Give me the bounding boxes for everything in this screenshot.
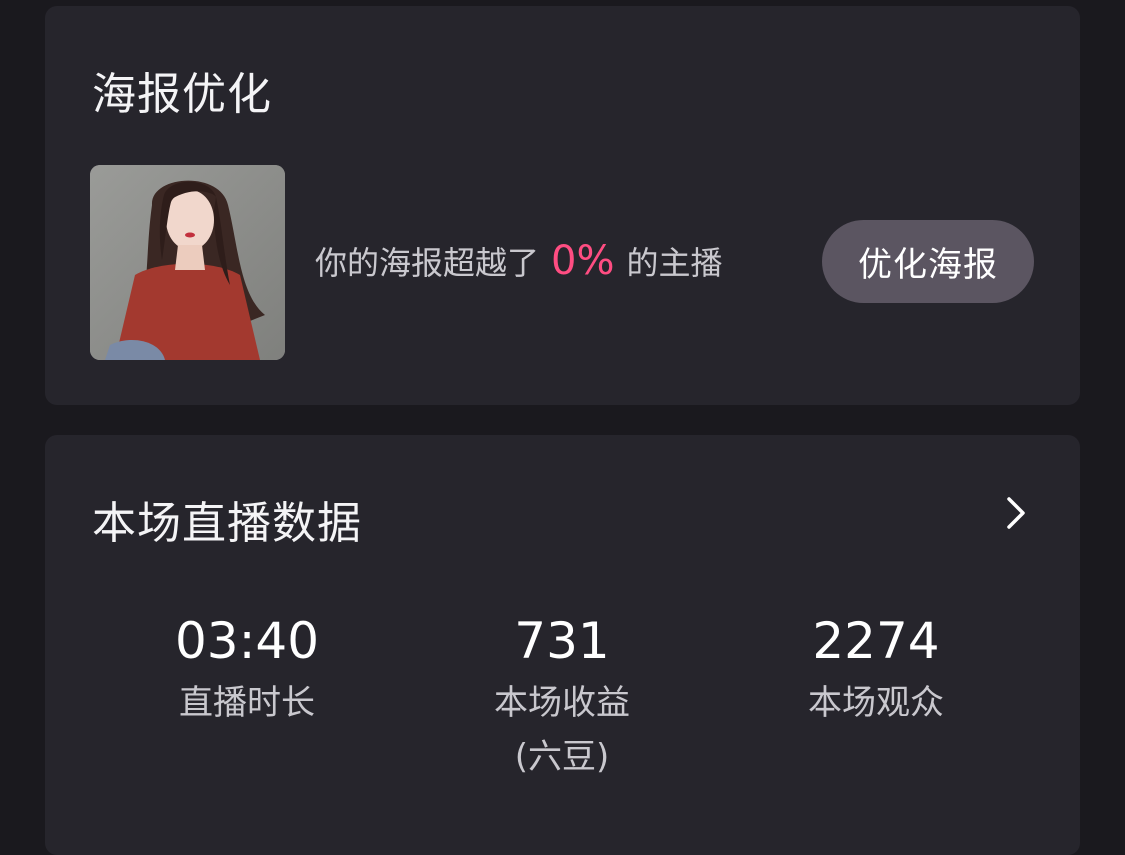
- stat-label: 本场观众: [808, 683, 944, 723]
- rank-percent: 0%: [551, 238, 615, 284]
- poster-card-title: 海报优化: [92, 69, 272, 120]
- stat-value: 2274: [812, 612, 940, 670]
- stat-earnings: 731 本场收益 (六豆): [412, 610, 712, 784]
- chevron-right-icon[interactable]: [995, 493, 1035, 533]
- stat-label: 直播时长: [179, 683, 315, 723]
- rank-prefix: 你的海报超越了: [315, 244, 540, 282]
- live-stats-card: 本场直播数据 03:40 直播时长 731 本场收益 (六豆) 2274 本场观…: [45, 435, 1080, 855]
- stat-value: 731: [514, 612, 610, 670]
- stat-unit: (六豆): [514, 737, 610, 777]
- poster-optimization-card: 海报优化 你的海报超越了 0% 的主播 优化海报: [45, 6, 1080, 405]
- stat-label: 本场收益: [494, 683, 630, 723]
- poster-thumbnail[interactable]: [90, 165, 285, 360]
- stat-value: 03:40: [174, 612, 320, 670]
- rank-suffix: 的主播: [626, 244, 723, 282]
- optimize-poster-button[interactable]: 优化海报: [822, 220, 1034, 303]
- stat-duration: 03:40 直播时长: [97, 610, 397, 730]
- live-stats-title: 本场直播数据: [92, 498, 362, 549]
- poster-image: [90, 165, 285, 360]
- poster-rank-text: 你的海报超越了 0% 的主播: [315, 238, 723, 284]
- stat-audience: 2274 本场观众: [726, 610, 1026, 730]
